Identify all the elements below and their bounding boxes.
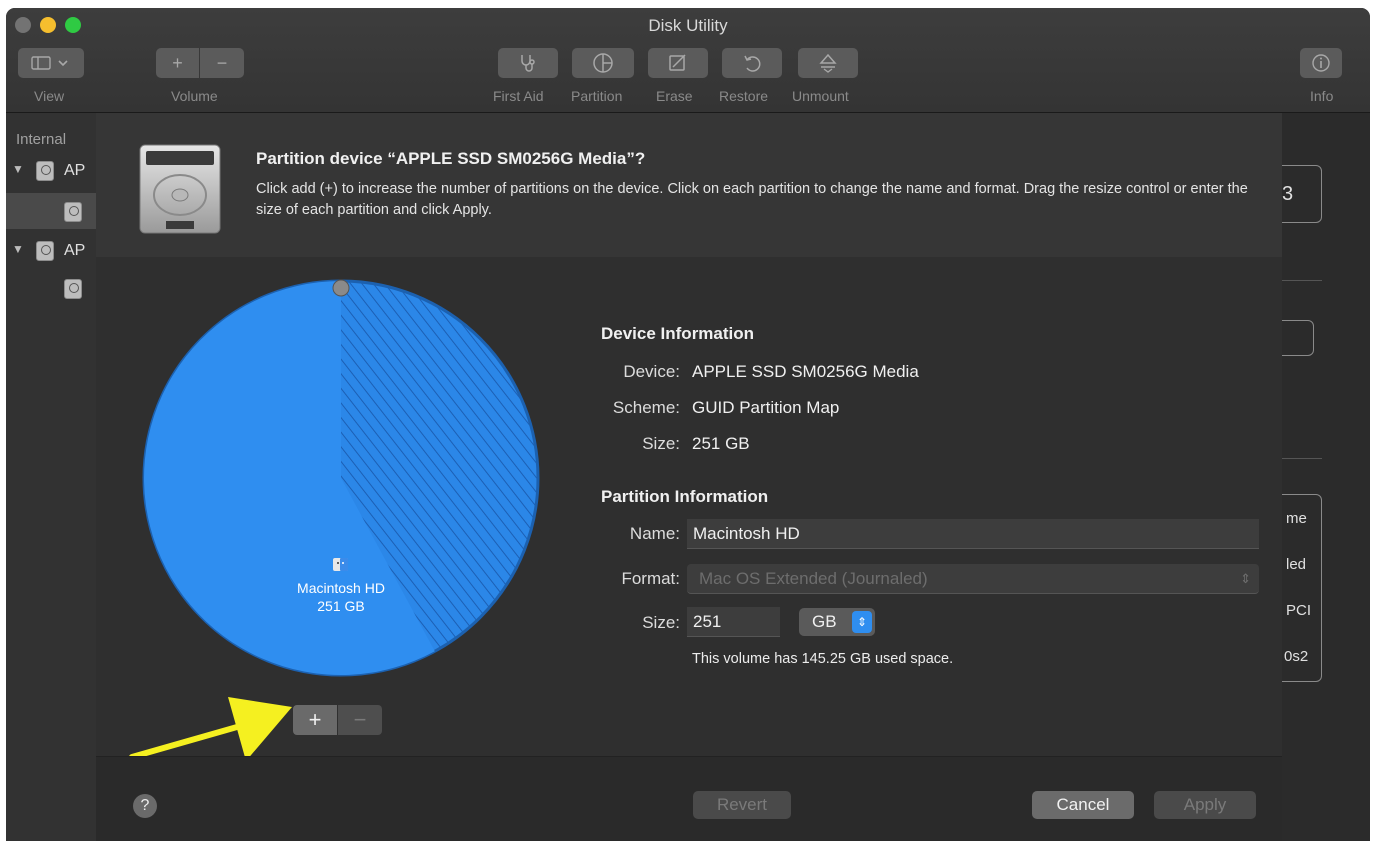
partition-size-field[interactable]: 251 — [687, 607, 780, 637]
size-unit-popup[interactable]: GB ⇕ — [799, 608, 875, 636]
device-value: APPLE SSD SM0256G Media — [692, 362, 919, 381]
pie-partition-size: 251 GB — [317, 598, 364, 614]
finder-volume-icon — [333, 558, 348, 571]
unmount-label: Unmount — [792, 88, 849, 104]
format-popup[interactable]: Mac OS Extended (Journaled) ⇕ — [687, 564, 1259, 594]
partition-info-heading: Partition Information — [601, 487, 769, 506]
info-icon — [1312, 54, 1330, 72]
info-button[interactable] — [1300, 48, 1342, 78]
cancel-button[interactable]: Cancel — [1032, 791, 1134, 819]
device-size-value: 251 GB — [692, 434, 750, 453]
view-label: View — [34, 88, 65, 104]
stethoscope-icon — [521, 55, 535, 72]
first-aid-button[interactable] — [498, 48, 558, 78]
info-label: Info — [1310, 88, 1334, 104]
used-space-note: This volume has 145.25 GB used space. — [692, 651, 954, 667]
name-label: Name: — [629, 524, 680, 543]
disclosure-triangle-icon[interactable]: ▼ — [12, 162, 24, 176]
format-value: Mac OS Extended (Journaled) — [699, 569, 928, 588]
partition-size-label: Size: — [642, 613, 680, 632]
sidebar-item-disk-1[interactable]: ▼ AP — [6, 157, 102, 185]
restore-button[interactable] — [722, 48, 782, 78]
hard-drive-icon — [139, 144, 221, 234]
scheme-value: GUID Partition Map — [692, 398, 840, 417]
pie-partition-name: Macintosh HD — [297, 580, 385, 596]
partition-label: Partition — [571, 88, 623, 104]
divider — [1282, 458, 1322, 459]
sheet-description: Click add (+) to increase the number of … — [256, 181, 1248, 218]
volume-label: Volume — [171, 88, 218, 104]
scheme-label: Scheme: — [612, 398, 680, 417]
detail-fragment: 0s2 — [1284, 648, 1309, 665]
window-title: Disk Utility — [648, 16, 728, 35]
eject-icon — [819, 53, 837, 73]
revert-button[interactable]: Revert — [693, 791, 791, 819]
capacity-fragment: 3 — [1282, 183, 1294, 205]
erase-label: Erase — [656, 88, 693, 104]
partition-button[interactable] — [572, 48, 634, 78]
sheet-title: Partition device “APPLE SSD SM0256G Medi… — [256, 149, 646, 168]
view-button[interactable] — [18, 48, 84, 78]
format-label: Format: — [621, 569, 680, 588]
hard-disk-icon — [36, 241, 54, 261]
partition-name-field[interactable]: Macintosh HD — [687, 519, 1259, 549]
sidebar-item-volume-1[interactable] — [6, 193, 102, 229]
size-unit-value: GB — [812, 612, 837, 631]
sidebar-item-volume-2[interactable] — [6, 273, 102, 305]
sidebar-icon — [31, 56, 68, 70]
device-size-label: Size: — [642, 434, 680, 453]
sidebar: Internal ▼ AP ▼ AP — [6, 113, 102, 841]
disk-utility-window: Disk Utility View + − Volume First Aid P… — [6, 8, 1370, 841]
device-label: Device: — [623, 362, 680, 381]
volume-icon — [64, 202, 82, 222]
erase-button[interactable] — [648, 48, 708, 78]
detail-fragment: led — [1286, 556, 1307, 573]
sidebar-item-label: AP — [64, 242, 86, 259]
popup-arrows-icon: ⇕ — [852, 611, 872, 633]
detail-fragment: PCI — [1286, 602, 1312, 619]
remove-partition-button[interactable]: − — [338, 705, 382, 735]
device-info-heading: Device Information — [601, 324, 755, 343]
pie-resize-handle[interactable] — [332, 279, 350, 297]
sheet-footer: ? Revert Cancel Apply — [96, 756, 1282, 841]
apply-button[interactable]: Apply — [1154, 791, 1256, 819]
popup-arrows-icon: ⇕ — [1240, 571, 1251, 586]
volume-icon — [64, 279, 82, 299]
hard-disk-icon — [36, 161, 54, 181]
add-partition-button[interactable]: + — [293, 705, 337, 735]
restore-icon — [744, 55, 761, 72]
add-volume-button[interactable]: + — [156, 48, 199, 78]
erase-icon — [669, 54, 686, 71]
toolbar: Disk Utility View + − Volume First Aid P… — [6, 8, 1370, 113]
partition-sheet: Partition device “APPLE SSD SM0256G Medi… — [96, 113, 1282, 841]
first-aid-label: First Aid — [493, 88, 544, 104]
remove-volume-button[interactable]: − — [200, 48, 244, 78]
pie-icon — [593, 53, 613, 73]
unmount-button[interactable] — [798, 48, 858, 78]
sheet-header: Partition device “APPLE SSD SM0256G Medi… — [96, 113, 1282, 257]
restore-label: Restore — [719, 88, 769, 104]
divider — [1282, 280, 1322, 281]
help-button[interactable]: ? — [133, 794, 157, 818]
sidebar-item-label: AP — [64, 162, 86, 179]
sidebar-header: Internal — [16, 131, 67, 148]
detail-fragment: me — [1286, 510, 1307, 527]
partition-pie-chart[interactable]: Macintosh HD 251 GB — [136, 273, 546, 683]
sidebar-item-disk-2[interactable]: ▼ AP — [6, 237, 102, 265]
disclosure-triangle-icon[interactable]: ▼ — [12, 242, 24, 256]
